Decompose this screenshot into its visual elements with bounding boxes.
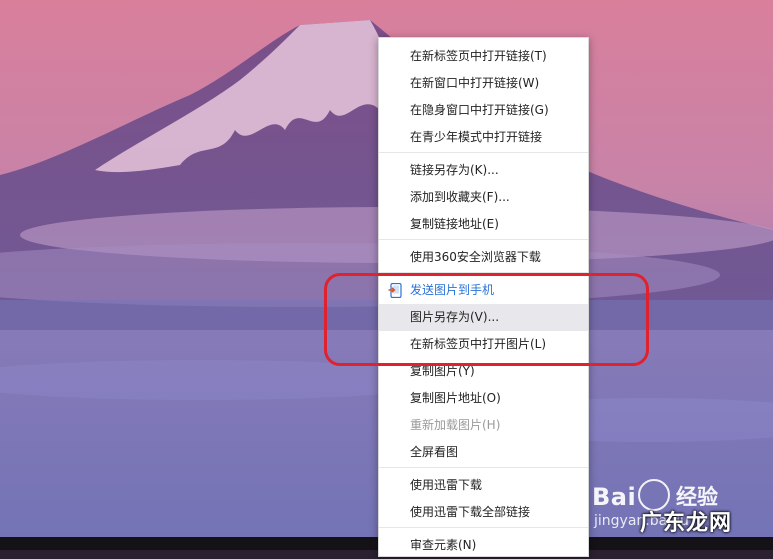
menu-item-open-link-incognito[interactable]: 在隐身窗口中打开链接(G) — [379, 97, 588, 124]
menu-item-fullscreen-view[interactable]: 全屏看图 — [379, 439, 588, 466]
menu-separator — [379, 152, 588, 153]
menu-item-inspect-element[interactable]: 审查元素(N) — [379, 532, 588, 559]
menu-item-reload-image: 重新加载图片(H) — [410, 418, 501, 432]
overlay-watermark: 广东龙网 — [640, 511, 733, 536]
menu-separator — [379, 527, 588, 528]
menu-item-save-link-as[interactable]: 链接另存为(K)... — [379, 157, 588, 184]
menu-item-open-link-new-tab[interactable]: 在新标签页中打开链接(T) — [379, 43, 588, 70]
menu-item-add-to-favorites[interactable]: 添加到收藏夹(F)... — [379, 184, 588, 211]
menu-item-open-link-new-window[interactable]: 在新窗口中打开链接(W) — [379, 70, 588, 97]
menu-separator — [379, 239, 588, 240]
menu-item-copy-image-address[interactable]: 复制图片地址(O) — [379, 385, 588, 412]
annotation-highlight-box — [324, 273, 649, 366]
menu-item-download-all-with-thunder[interactable]: 使用迅雷下载全部链接 — [379, 499, 588, 526]
menu-item-copy-link-address[interactable]: 复制链接地址(E) — [379, 211, 588, 238]
menu-item-open-link-teen-mode[interactable]: 在青少年模式中打开链接 — [379, 124, 588, 151]
menu-item-download-with-360[interactable]: 使用360安全浏览器下载 — [379, 244, 588, 271]
menu-separator — [379, 467, 588, 468]
menu-item-download-with-thunder[interactable]: 使用迅雷下载 — [379, 472, 588, 499]
